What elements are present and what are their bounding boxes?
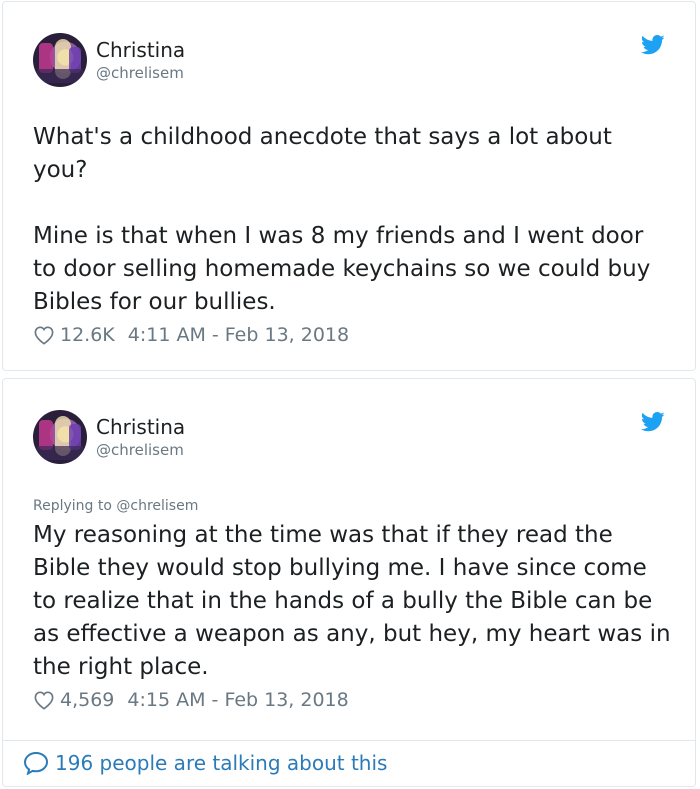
tweet-card[interactable]: Christina @chrelisem Replying to @chreli… bbox=[2, 378, 696, 787]
author-handle[interactable]: @chrelisem bbox=[96, 440, 185, 460]
author-names: Christina @chrelisem bbox=[96, 414, 185, 460]
author-names: Christina @chrelisem bbox=[96, 37, 185, 83]
tweet-text: My reasoning at the time was that if the… bbox=[33, 522, 678, 680]
tweet-card[interactable]: Christina @chrelisem What's a childhood … bbox=[2, 1, 696, 371]
like-count[interactable]: 12.6K bbox=[60, 324, 115, 346]
divider bbox=[3, 740, 695, 741]
avatar[interactable] bbox=[33, 410, 87, 464]
tweet-text: What's a childhood anecdote that says a … bbox=[33, 124, 651, 315]
avatar[interactable] bbox=[33, 33, 87, 87]
conversation-link[interactable]: 196 people are talking about this bbox=[23, 751, 387, 775]
timestamp-link[interactable]: 4:15 AM - Feb 13, 2018 bbox=[127, 689, 348, 711]
author-display-name[interactable]: Christina bbox=[96, 414, 185, 440]
speech-bubble-icon bbox=[23, 751, 49, 775]
twitter-bird-icon[interactable] bbox=[641, 35, 665, 55]
heart-outline-icon[interactable] bbox=[33, 690, 55, 710]
tweet-meta: 12.6K 4:11 AM - Feb 13, 2018 bbox=[33, 324, 349, 346]
author-display-name[interactable]: Christina bbox=[96, 37, 185, 63]
talking-label[interactable]: 196 people are talking about this bbox=[55, 751, 387, 775]
replying-to-label[interactable]: Replying to @chrelisem bbox=[33, 498, 198, 514]
timestamp-link[interactable]: 4:11 AM - Feb 13, 2018 bbox=[128, 324, 349, 346]
tweet-header: Christina @chrelisem bbox=[33, 32, 185, 88]
like-count[interactable]: 4,569 bbox=[60, 689, 114, 711]
twitter-bird-icon[interactable] bbox=[641, 412, 665, 432]
author-handle[interactable]: @chrelisem bbox=[96, 63, 185, 83]
tweet-header: Christina @chrelisem bbox=[33, 409, 185, 465]
heart-outline-icon[interactable] bbox=[33, 325, 55, 345]
tweet-meta: 4,569 4:15 AM - Feb 13, 2018 bbox=[33, 689, 349, 711]
